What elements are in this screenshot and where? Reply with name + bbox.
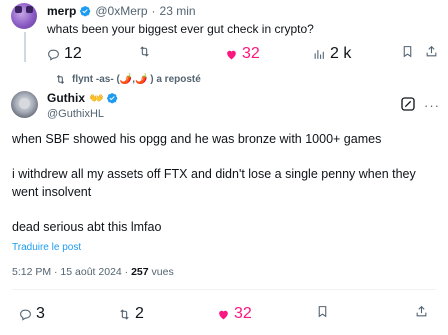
views-label: vues bbox=[151, 266, 174, 278]
repost-attribution-text: flynt -as- (🌶️,🌶️ ) a reposté bbox=[72, 74, 201, 85]
reply-count: 3 bbox=[36, 305, 45, 322]
grok-icon[interactable] bbox=[400, 96, 416, 112]
tweet-text-line-3: went insolvent bbox=[12, 185, 92, 199]
more-options-icon[interactable]: ··· bbox=[424, 98, 440, 113]
merp-avatar[interactable] bbox=[11, 3, 37, 29]
translate-post-link[interactable]: Traduire le post bbox=[12, 242, 81, 253]
bookmark-icon bbox=[318, 306, 327, 318]
tweet-text-line-4: dead serious abt this lmfao bbox=[12, 220, 162, 234]
repost-attribution[interactable]: flynt -as- (🌶️,🌶️ ) a reposté bbox=[55, 74, 201, 85]
tweet-text-line-2: i withdrew all my assets off FTX and did… bbox=[12, 167, 416, 181]
tweet-timestamp[interactable]: 5:12 PM · 15 août 2024 · bbox=[12, 266, 128, 278]
reply-icon bbox=[48, 49, 59, 61]
verified-badge-icon bbox=[107, 93, 118, 104]
parent-view-count: 2 k bbox=[330, 45, 352, 62]
author-emoji-badge: 👐 bbox=[89, 91, 104, 105]
repost-icon bbox=[56, 75, 65, 84]
avatar-ear-right bbox=[26, 6, 33, 13]
parent-author-handle[interactable]: @0xMerp bbox=[95, 4, 147, 18]
view-count: 257 bbox=[131, 266, 149, 278]
parent-share-button[interactable] bbox=[425, 45, 438, 58]
main-author-name[interactable]: Guthix bbox=[47, 91, 85, 105]
thread-line bbox=[24, 32, 26, 62]
parent-reply-button[interactable]: 12 bbox=[47, 45, 82, 63]
parent-bookmark-button[interactable] bbox=[401, 45, 414, 58]
parent-timestamp[interactable]: 23 min bbox=[160, 4, 196, 18]
reply-icon bbox=[20, 309, 31, 321]
verified-badge-icon bbox=[80, 6, 91, 17]
tweet-metadata: 5:12 PM · 15 août 2024 · 257 vues bbox=[12, 266, 174, 278]
repost-icon bbox=[140, 46, 149, 57]
parent-views-button[interactable]: 2 k bbox=[313, 45, 351, 63]
bookmark-icon bbox=[403, 46, 412, 58]
like-count: 32 bbox=[234, 305, 252, 322]
heart-filled-icon bbox=[227, 50, 236, 59]
main-author-row: Guthix 👐 bbox=[47, 91, 118, 105]
avatar-face bbox=[19, 98, 30, 109]
repost-button[interactable]: 2 bbox=[118, 305, 144, 323]
parent-tweet-header: merp @0xMerp · 23 min bbox=[47, 4, 196, 18]
parent-like-count: 32 bbox=[242, 45, 260, 62]
repost-count: 2 bbox=[135, 305, 144, 322]
parent-repost-button[interactable] bbox=[138, 45, 151, 58]
parent-like-button[interactable]: 32 bbox=[225, 45, 260, 63]
share-icon bbox=[426, 45, 437, 57]
share-button[interactable] bbox=[415, 305, 428, 318]
guthix-avatar[interactable] bbox=[11, 91, 38, 118]
share-icon bbox=[416, 305, 427, 317]
main-author-handle[interactable]: @GuthixHL bbox=[47, 108, 104, 120]
bookmark-button[interactable] bbox=[316, 305, 329, 318]
meta-separator: · bbox=[151, 4, 156, 18]
repost-icon bbox=[120, 308, 129, 320]
reply-button[interactable]: 3 bbox=[19, 305, 45, 323]
like-button[interactable]: 32 bbox=[217, 305, 252, 323]
parent-tweet-text: whats been your biggest ever gut check i… bbox=[47, 22, 314, 36]
divider bbox=[12, 289, 436, 290]
analytics-icon bbox=[314, 49, 324, 59]
heart-filled-icon bbox=[219, 310, 228, 319]
tweet-text-line-1: when SBF showed his opgg and he was bron… bbox=[12, 132, 382, 146]
parent-tweet[interactable]: merp @0xMerp · 23 min whats been your bi… bbox=[0, 0, 448, 66]
avatar-ear-left bbox=[15, 6, 22, 13]
parent-author-name[interactable]: merp bbox=[47, 4, 76, 18]
parent-reply-count: 12 bbox=[64, 45, 82, 62]
